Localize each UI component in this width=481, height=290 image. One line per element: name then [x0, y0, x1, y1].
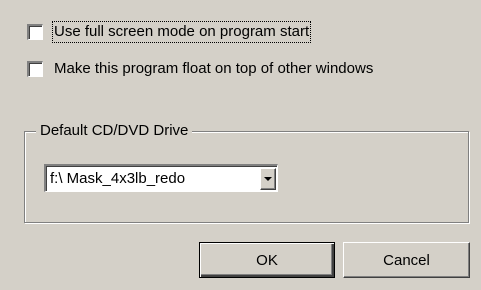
default-drive-dropdown-button[interactable] — [260, 167, 276, 190]
fullscreen-option[interactable]: Use full screen mode on program start — [27, 21, 312, 43]
chevron-down-icon — [264, 176, 272, 181]
default-drive-value[interactable]: f:\ Mask_4x3lb_redo — [46, 168, 260, 190]
default-drive-legend: Default CD/DVD Drive — [36, 121, 193, 141]
cancel-button[interactable]: Cancel — [343, 242, 470, 278]
fullscreen-checkbox[interactable] — [27, 24, 43, 40]
fullscreen-label[interactable]: Use full screen mode on program start — [51, 21, 312, 43]
float-on-top-option[interactable]: Make this program float on top of other … — [27, 58, 374, 80]
default-drive-select[interactable]: f:\ Mask_4x3lb_redo — [44, 164, 278, 192]
float-on-top-checkbox[interactable] — [27, 61, 43, 77]
float-on-top-label[interactable]: Make this program float on top of other … — [53, 59, 374, 79]
ok-button[interactable]: OK — [199, 242, 335, 278]
options-dialog: { "options": { "fullscreen": { "label": … — [0, 0, 481, 290]
